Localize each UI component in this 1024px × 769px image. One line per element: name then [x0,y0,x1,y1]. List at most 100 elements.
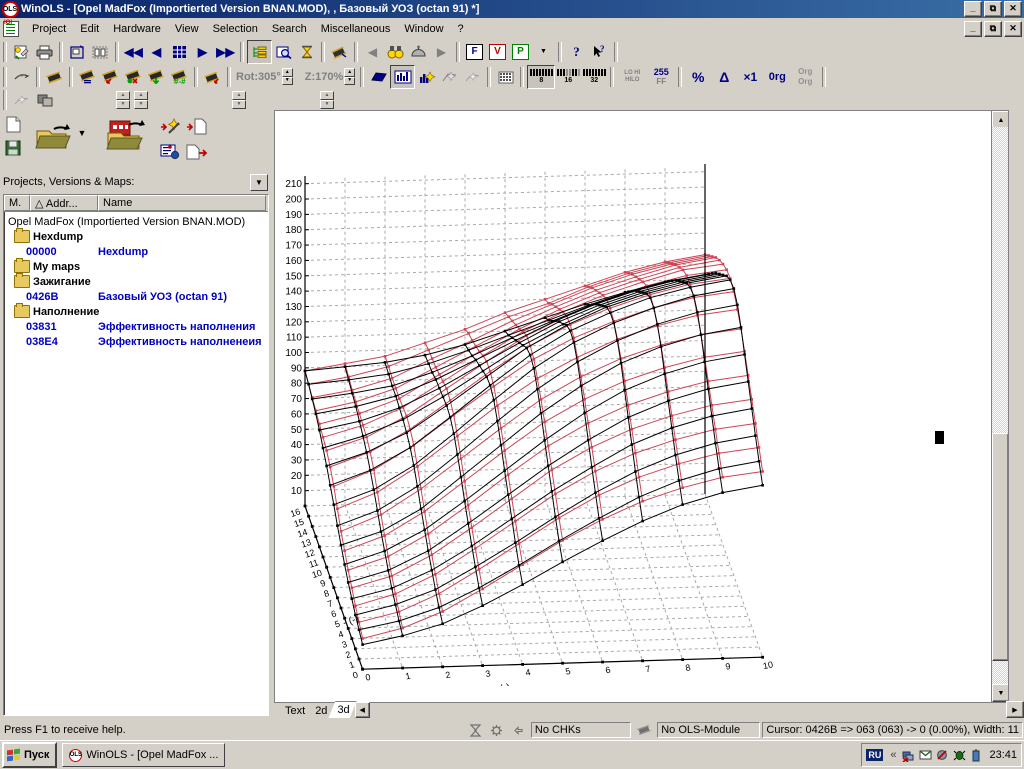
tabstrip-scroll-left[interactable]: ◀ [354,702,370,718]
properties-icon[interactable] [66,41,89,63]
byte-order-button[interactable]: LO HI HILO [617,66,647,88]
module-icon[interactable] [632,722,656,738]
scroll-down-button[interactable]: ▼ [992,684,1008,702]
original-button[interactable]: 0rg [763,66,791,88]
zoom-spinner[interactable]: ▲ ▼ [344,68,356,85]
tree-col-address[interactable]: △ Addr... [30,195,98,211]
chip-compare-icon[interactable]: #-# [168,66,191,88]
open-project-icon[interactable] [104,116,154,156]
3d-view-icon[interactable] [367,66,390,88]
first-record-icon[interactable]: ◀◀ [122,41,145,63]
chevron-down-icon[interactable]: ▼ [250,174,268,191]
export-map-icon[interactable] [160,142,184,162]
original-original-button[interactable]: Org Org [791,66,819,88]
menu-window[interactable]: Window [397,21,450,37]
binoculars-icon[interactable] [384,41,407,63]
export-file-icon[interactable] [186,142,208,162]
open-folder-icon[interactable] [33,118,79,154]
rotation-field[interactable]: Rot:305° ▲ ▼ [234,68,295,86]
language-indicator[interactable]: RU [866,749,884,761]
next-map-icon[interactable]: ▶ [430,41,453,63]
version-mode-button[interactable]: V [486,41,509,63]
file-mode-button[interactable]: F [463,41,486,63]
minimize-button[interactable]: _ [964,1,982,17]
bits-32-button[interactable]: 32 [581,66,607,88]
spin-b[interactable]: ▲ ▼ [134,90,148,109]
print-icon[interactable] [33,41,56,63]
last-record-icon[interactable]: ▶▶ [214,41,237,63]
battery-icon[interactable] [969,748,983,762]
next-record-icon[interactable]: ▶ [191,41,214,63]
delta-button[interactable]: Δ [711,66,737,88]
gear-icon[interactable] [486,722,507,738]
tree-group-ignition[interactable]: Зажигание [6,273,268,289]
tree-item-filling-eff-1[interactable]: 03831 Эффективность наполнения [6,319,268,334]
clock[interactable]: 23:41 [989,749,1017,761]
prev-map-icon[interactable]: ◀ [361,41,384,63]
close-button[interactable]: ✕ [1004,1,1022,17]
tree-col-name[interactable]: Name [98,195,266,211]
menu-miscellaneous[interactable]: Miscellaneous [314,21,398,37]
map-wizard-icon[interactable] [438,66,461,88]
tree-view-icon[interactable] [247,39,272,64]
tree-group-my-maps[interactable]: My maps [6,258,268,274]
tree-root-project[interactable]: Opel MadFox (Importierted Version BNAN.M… [6,214,268,229]
percent-button[interactable]: % [685,66,711,88]
tree-item-filling-eff-2[interactable]: 038E4 Эффективность наполненеия [6,334,268,349]
restore-button[interactable]: ⧉ [984,1,1002,17]
project-mode-button[interactable]: P [509,41,532,63]
chip-read-icon[interactable] [43,66,66,88]
hex-grid-icon[interactable] [494,66,517,88]
menu-hardware[interactable]: Hardware [106,21,168,37]
spin-a[interactable]: ▲ ▼ [116,90,130,109]
spin-c[interactable]: ▲ ▼ [232,90,246,109]
map-wizard2-icon[interactable] [461,66,484,88]
bits-16-button[interactable]: 16 [555,66,581,88]
mdi-restore-button[interactable]: ⧉ [984,20,1002,37]
map-wizard-row3-icon[interactable] [10,89,33,111]
new-window-icon[interactable] [186,117,208,137]
scroll-thumb[interactable] [992,433,1008,661]
menu-edit[interactable]: Edit [73,21,106,37]
mail-icon[interactable] [918,748,932,762]
tree-item-base-ignition[interactable]: 0426B Базовый УОЗ (octan 91) [6,289,268,304]
2d-bar-view-icon[interactable] [390,64,416,89]
map-3d-canvas[interactable]: 10 20 30 40 50 60 70 80 90 100 110 120 130 140 150 160 1… [274,110,1009,703]
chip-write-icon[interactable] [201,66,224,88]
antivirus-icon[interactable] [952,748,966,762]
hand-select-icon[interactable] [10,66,33,88]
network-disconnected-icon[interactable] [901,748,915,762]
mdi-close-button[interactable]: ✕ [1004,20,1022,37]
surface-plot[interactable]: 1020304050607080901001101201301401501601… [275,111,992,686]
new-file-icon[interactable] [2,113,24,135]
tree-item-hexdump[interactable]: 00000 Hexdump [6,244,268,259]
rotation-spinner[interactable]: ▲ ▼ [281,68,293,85]
zoom-field[interactable]: Z:170% ▲ ▼ [303,68,358,86]
hourglass-icon[interactable] [295,41,318,63]
hscroll-right-button[interactable]: ▶ [1006,701,1024,718]
chip-import-icon[interactable] [99,66,122,88]
chip-equal-icon[interactable] [76,66,99,88]
new-project-icon[interactable] [10,41,33,63]
menu-help[interactable]: ? [451,21,471,37]
zoom-search-icon[interactable] [272,41,295,63]
chart-vertical-scrollbar[interactable]: ▲ ▼ [991,111,1008,702]
volume-muted-icon[interactable] [935,748,949,762]
diff-icon[interactable] [507,722,530,738]
chip-export-icon[interactable] [145,66,168,88]
factor-button[interactable]: ×1 [737,66,763,88]
import-wizard-icon[interactable] [160,117,184,137]
tree-group-hexdump[interactable]: Hexdump [6,228,268,244]
menu-search[interactable]: Search [265,21,314,37]
open-dropdown-icon[interactable]: ▼ [75,126,89,140]
prev-record-icon[interactable]: ◀ [145,41,168,63]
save-file-icon[interactable] [2,137,24,159]
menu-selection[interactable]: Selection [206,21,265,37]
mode-dropdown-icon[interactable]: ▼ [532,41,555,63]
bits-8-button[interactable]: 8 [527,64,556,89]
hardware-icon[interactable] [407,41,430,63]
help-question-icon[interactable]: ? [565,41,588,63]
spin-d[interactable]: ▲ ▼ [320,90,334,109]
link-chip-icon[interactable] [328,41,351,63]
sum-icon[interactable] [465,722,486,738]
